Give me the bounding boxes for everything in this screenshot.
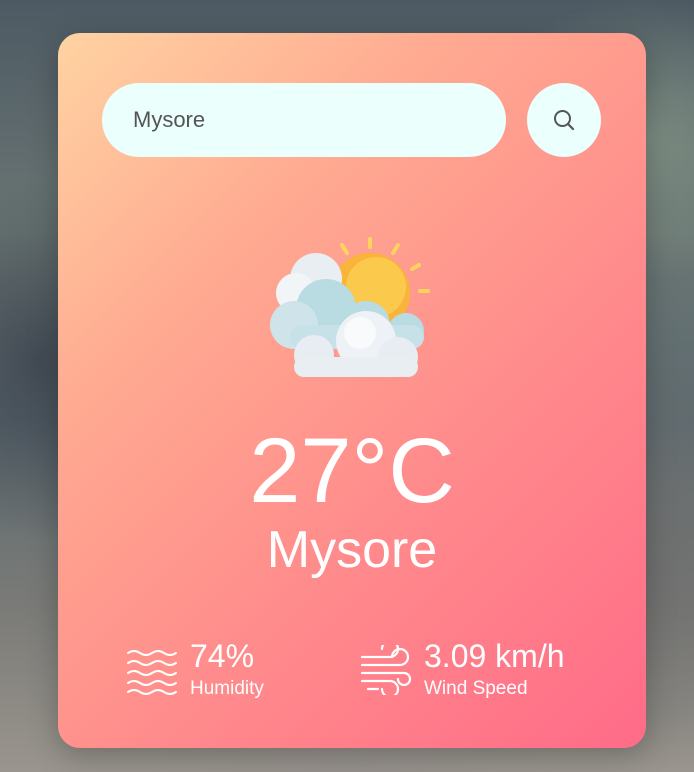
search-input[interactable]: [133, 107, 473, 133]
humidity-text: 74% Humidity: [190, 639, 264, 701]
wind-label: Wind Speed: [424, 678, 528, 699]
temperature: 27°C: [249, 420, 455, 522]
weather-card: 27°C Mysore 74% Humidity: [58, 33, 646, 748]
search-bar[interactable]: [102, 83, 506, 157]
wind-value: 3.09 km/h: [424, 638, 565, 674]
wind-text: 3.09 km/h Wind Speed: [424, 639, 565, 701]
humidity-waves-icon: [127, 650, 177, 695]
partly-cloudy-icon: [270, 237, 430, 377]
humidity-detail: 74% Humidity: [126, 639, 264, 701]
wind-icon: [360, 645, 412, 695]
wind-detail: 3.09 km/h Wind Speed: [360, 639, 565, 701]
search-icon: [554, 110, 575, 131]
city-name: Mysore: [266, 521, 438, 579]
humidity-label: Humidity: [190, 678, 264, 699]
search-button[interactable]: [527, 83, 601, 157]
humidity-value: 74%: [190, 638, 255, 674]
